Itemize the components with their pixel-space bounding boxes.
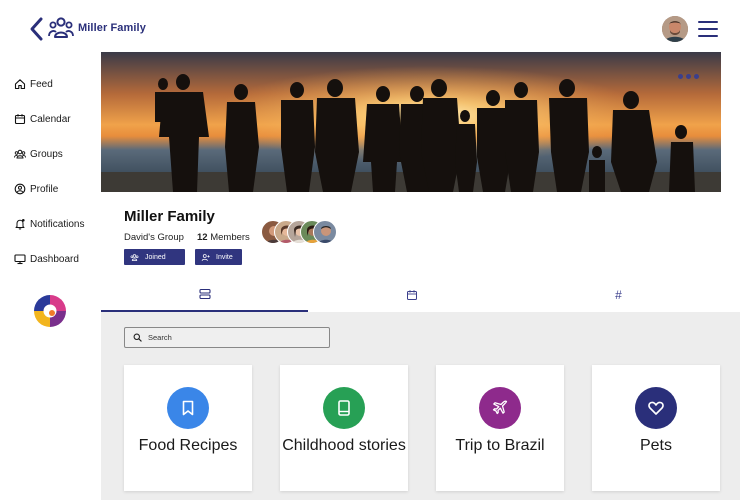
card-label: Childhood stories [282, 437, 406, 454]
sidebar-item-label: Groups [30, 148, 63, 160]
more-options-button[interactable] [673, 66, 703, 86]
sidebar-item-groups[interactable]: Groups [14, 145, 63, 163]
joined-button[interactable]: Joined [124, 249, 185, 265]
brand-logo [33, 294, 67, 328]
menu-button[interactable] [698, 21, 718, 37]
hamburger-menu-icon [698, 21, 718, 23]
card-icon-circle [167, 387, 209, 429]
cover-photo [101, 52, 721, 192]
chevron-left-icon [30, 17, 43, 41]
sidebar-item-calendar[interactable]: Calendar [14, 110, 71, 128]
sidebar-item-notifications[interactable]: Notifications [14, 215, 84, 233]
search-box[interactable] [124, 327, 330, 348]
joined-label: Joined [145, 253, 166, 261]
member-avatars[interactable] [261, 220, 341, 244]
user-avatar[interactable] [662, 16, 688, 42]
sidebar-item-label: Calendar [30, 113, 71, 125]
card-icon-circle [635, 387, 677, 429]
member-count-number: 12 [197, 232, 208, 243]
bookmark-icon [182, 400, 194, 416]
group-owner: David's Group [124, 232, 184, 243]
calendar-icon [14, 114, 26, 125]
sidebar-item-label: Dashboard [30, 253, 79, 265]
group-icon [48, 16, 74, 40]
search-icon [133, 333, 142, 342]
tab-list[interactable] [101, 278, 308, 312]
card-label: Food Recipes [138, 437, 238, 454]
sidebar: Feed Calendar Groups Profile Notificatio… [0, 52, 100, 500]
add-user-icon [201, 253, 210, 261]
groups-icon [130, 253, 139, 261]
tab-bar: # [101, 278, 740, 312]
sidebar-item-label: Profile [30, 183, 59, 195]
card-food-recipes[interactable]: Food Recipes [124, 365, 252, 491]
plane-icon [492, 400, 508, 415]
main-content: Miller Family David's Group 12 Members J… [101, 52, 740, 500]
card-childhood-stories[interactable]: Childhood stories [280, 365, 408, 491]
book-icon [338, 400, 350, 416]
tab-hashtag[interactable]: # [515, 278, 722, 312]
card-label: Trip to Brazil [455, 437, 545, 454]
bell-icon [15, 219, 25, 230]
page-title: Miller Family [78, 22, 146, 34]
members-label: Members [210, 232, 250, 243]
monitor-icon [14, 254, 26, 265]
ellipsis-icon [677, 73, 683, 79]
member-count: 12 Members [197, 232, 250, 243]
search-input[interactable] [148, 333, 318, 342]
top-bar: Miller Family [0, 0, 740, 52]
list-icon [198, 288, 211, 300]
tab-calendar[interactable] [308, 278, 515, 312]
card-label: Pets [639, 437, 672, 454]
groups-icon [14, 149, 26, 159]
sidebar-item-feed[interactable]: Feed [14, 75, 53, 93]
card-icon-circle [323, 387, 365, 429]
back-button[interactable] [28, 16, 46, 42]
invite-button[interactable]: Invite [195, 249, 242, 265]
home-icon [14, 79, 26, 90]
card-trip-to-brazil[interactable]: Trip to Brazil [436, 365, 564, 491]
sidebar-item-dashboard[interactable]: Dashboard [14, 250, 79, 268]
group-name: Miller Family [124, 208, 215, 225]
card-icon-circle [479, 387, 521, 429]
sidebar-item-profile[interactable]: Profile [14, 180, 58, 198]
card-pets[interactable]: Pets [592, 365, 720, 491]
sidebar-item-label: Feed [30, 78, 53, 90]
heart-icon [648, 401, 664, 415]
profile-icon [14, 183, 26, 195]
sidebar-item-label: Notifications [30, 218, 85, 230]
avatar [313, 220, 337, 244]
content-area: Food Recipes Childhood stories Trip to B… [101, 312, 740, 500]
calendar-icon [406, 290, 417, 300]
hashtag-icon: # [615, 288, 622, 302]
invite-label: Invite [216, 253, 233, 261]
